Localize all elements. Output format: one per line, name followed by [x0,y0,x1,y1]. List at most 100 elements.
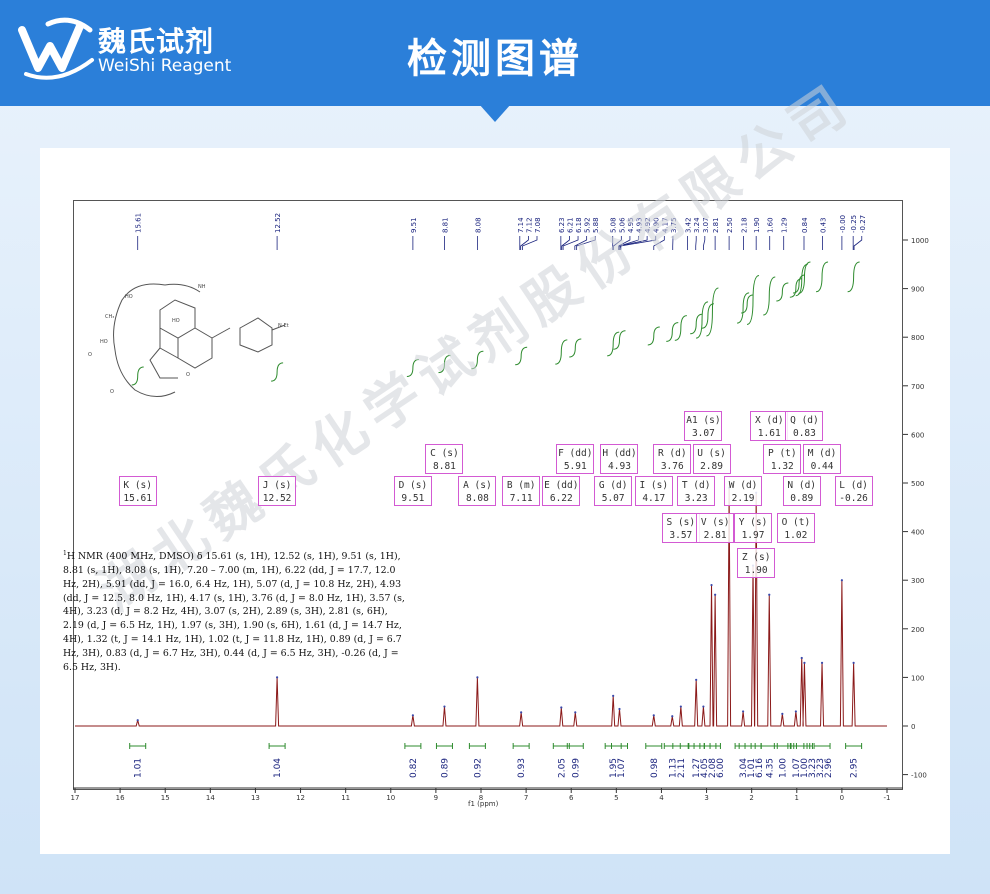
multiplet-label: H (dd) [602,448,637,459]
peak-label: -0.27 [859,215,867,233]
peak-marker [618,707,621,711]
multiplet-shift: 6.22 [549,493,573,504]
integral-curve [647,326,660,346]
multiplet-label: Y (s) [738,517,768,528]
multiplet-label: C (s) [430,448,459,459]
integral-value: 1.01 [134,758,144,778]
integral-curve [847,261,860,293]
y-tick-label: 500 [911,480,924,488]
peak-label: 15.61 [135,213,143,233]
x-tick-label: 7 [524,794,528,802]
peak-label-leader [853,236,863,250]
y-tick-label: 700 [911,383,924,391]
x-tick-label: 0 [840,794,844,802]
integral-value: 0.93 [517,758,527,778]
integral-curve [776,282,789,302]
multiplet-box: I (s) 4.17 [634,476,673,506]
multiplet-shift: 3.57 [669,530,693,541]
multiplet-label: N (d) [787,480,817,491]
integral-curve [763,276,776,316]
y-tick-label: 900 [911,286,924,294]
multiplet-box: T (d) 3.23 [677,476,716,506]
multiplet-box: A (s) 8.08 [458,476,497,506]
nmr-description: 1H NMR (400 MHz, DMSO) δ 15.61 (s, 1H), … [63,547,408,674]
integral-value: 6.16 [755,758,765,778]
x-axis-label: f1 (ppm) [468,800,499,808]
multiplet-box: W (d) 2.19 [724,476,763,506]
svg-text:HO: HO [172,318,180,324]
x-tick-label: 14 [206,794,215,802]
multiplet-label: J (s) [262,480,292,491]
x-tick-label: 3 [704,794,708,802]
integral-curve [271,362,284,382]
multiplet-shift: 3.23 [684,493,708,504]
x-tick-label: 11 [341,794,350,802]
peak-label: 9.51 [410,217,418,233]
peak-marker [560,706,563,709]
x-tick-label: 17 [71,794,80,802]
svg-text:N-Et: N-Et [278,323,289,329]
multiplet-box: Q (d) 0.83 [785,411,824,441]
multiplet-shift: 2.89 [700,461,723,472]
multiplet-label: K (s) [123,480,152,491]
integral-value: 0.92 [473,758,483,778]
peak-label-leader [702,236,706,250]
multiplet-shift: 5.91 [563,461,587,472]
peak-label: 1.60 [767,217,775,233]
multiplet-label: Z (s) [741,552,771,563]
multiplet-shift: 4.93 [608,461,631,472]
peak-marker [695,678,698,681]
multiplet-box: E (dd) 6.22 [542,476,581,506]
multiplet-box: O (t) 1.02 [776,513,815,543]
multiplet-label: U (s) [697,448,726,459]
svg-text:O: O [110,389,114,395]
peak-marker [443,705,446,708]
integral-curve [792,274,806,294]
peak-marker [820,661,824,664]
peak-label-leader [520,236,529,250]
integral-value: 1.04 [273,758,283,778]
peak-marker [794,710,797,713]
multiplet-label: A (s) [463,480,492,491]
multiplet-label: Q (d) [790,415,819,426]
x-tick-label: 13 [251,794,260,802]
x-tick-label: 15 [161,794,170,802]
multiplet-box: J (s) 12.52 [258,476,297,506]
peak-marker [803,661,806,664]
multiplet-label: X (d) [754,415,784,426]
peak-label: 8.08 [474,217,482,233]
integral-value: 0.98 [650,758,660,778]
multiplet-label: V (s) [700,517,730,528]
multiplet-box: X (d) 1.61 [750,411,789,441]
peak-marker [852,661,855,664]
multiplet-shift: 1.90 [744,565,768,576]
multiplet-box: H (dd) 4.93 [600,444,639,474]
peak-label: -0.00 [839,215,847,233]
peak-label: 1.29 [781,217,789,233]
multiplet-shift: -0.26 [839,493,868,504]
multiplet-shift: 0.44 [810,461,834,472]
multiplet-shift: 0.83 [792,428,816,439]
peak-marker [800,656,803,660]
y-tick-label: 0 [911,723,915,731]
y-tick-label: 300 [911,577,924,585]
svg-text:O: O [88,352,92,358]
peak-marker [275,676,279,679]
y-tick-label: -100 [911,772,927,780]
peak-marker [679,705,682,708]
peak-label: 7.12 [525,217,533,233]
peak-label: 2.50 [726,217,734,233]
integral-curve [690,313,703,335]
multiplet-box: R (d) 3.76 [653,444,692,474]
integral-curve [737,292,750,324]
svg-text:CH₃: CH₃ [105,314,114,320]
multiplet-label: B (m) [506,480,536,491]
multiplet-label: S (s) [666,517,696,528]
x-tick-label: 9 [434,794,438,802]
x-tick-label: 2 [749,794,753,802]
integral-curve [569,338,582,358]
integral-curve [666,322,679,342]
peak-marker [840,579,843,582]
peak-marker [741,710,745,713]
peak-label: 8.81 [441,217,449,233]
